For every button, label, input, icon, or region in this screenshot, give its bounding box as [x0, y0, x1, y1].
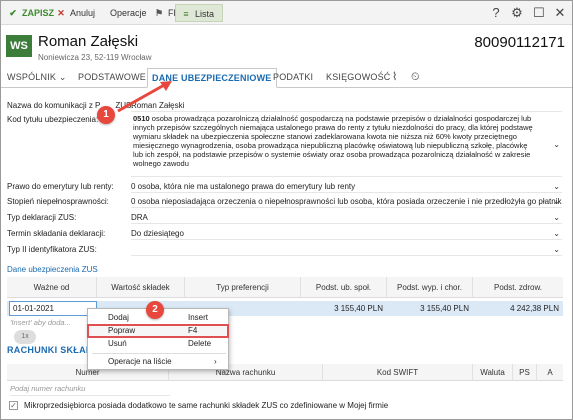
- annotation-badge-2: 2: [146, 301, 164, 319]
- click-indicator: 1x: [14, 330, 36, 344]
- annotation-arrows: [117, 81, 172, 113]
- arrow-1: [117, 82, 167, 113]
- annotation-badge-1: 1: [97, 106, 115, 124]
